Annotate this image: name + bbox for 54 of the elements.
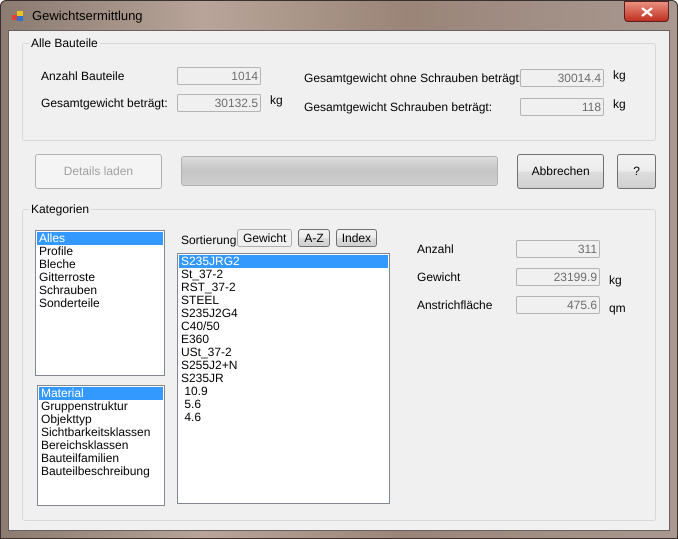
- list-item[interactable]: Bauteilfamilien: [39, 452, 163, 465]
- unit-label: kg: [613, 68, 626, 82]
- list-item[interactable]: Bleche: [37, 258, 163, 271]
- field-label: Anzahl: [417, 242, 455, 256]
- unit-label: qm: [609, 301, 626, 315]
- list-item[interactable]: 5.6: [179, 398, 388, 411]
- sort-label: Sortierung: [181, 233, 237, 247]
- field-label: Anzahl Bauteile: [41, 69, 126, 83]
- field-label: Gewicht: [417, 270, 462, 284]
- list-item[interactable]: Sonderteile: [37, 297, 163, 310]
- list-item[interactable]: S235JR: [179, 372, 388, 385]
- unit-label: kg: [613, 97, 626, 111]
- list-item[interactable]: 10.9: [179, 385, 388, 398]
- list-item[interactable]: Objekttyp: [39, 413, 163, 426]
- list-item[interactable]: C40/50: [179, 320, 388, 333]
- field-label: Gesamtgewicht beträgt:: [41, 96, 169, 110]
- list-item[interactable]: Schrauben: [37, 284, 163, 297]
- cancel-button[interactable]: Abbrechen: [517, 154, 604, 188]
- app-icon: [11, 8, 25, 22]
- field-label: Gesamtgewicht Schrauben beträgt:: [304, 100, 494, 114]
- readonly-field: 1014: [177, 67, 261, 85]
- list-item[interactable]: RST_37-2: [179, 281, 388, 294]
- group-title: Alle Bauteile: [29, 36, 100, 50]
- window-title: Gewichtsermittlung: [32, 8, 143, 23]
- list-item[interactable]: Bauteilbeschreibung: [39, 465, 163, 478]
- readonly-field: 30014.4: [520, 69, 604, 87]
- close-icon: [640, 6, 652, 16]
- readonly-field: 23199.9: [516, 268, 600, 286]
- unit-label: kg: [270, 93, 283, 107]
- readonly-field: 311: [516, 240, 600, 258]
- readonly-field: 30132.5: [177, 94, 261, 112]
- field-label: Gesamtgewicht ohne Schrauben beträgt:: [304, 71, 520, 85]
- readonly-field: 475.6: [516, 296, 600, 314]
- close-button[interactable]: [624, 1, 669, 22]
- readonly-field: 118: [520, 98, 604, 116]
- list-item[interactable]: 4.6: [179, 411, 388, 424]
- list-item[interactable]: Sichtbarkeitsklassen: [39, 426, 163, 439]
- list-item[interactable]: STEEL: [179, 294, 388, 307]
- list-item[interactable]: S255J2+N: [179, 359, 388, 372]
- help-button[interactable]: ?: [617, 154, 656, 188]
- sort-button[interactable]: Gewicht: [237, 229, 292, 247]
- list-item[interactable]: Gitterroste: [37, 271, 163, 284]
- list-item[interactable]: Profile: [37, 245, 163, 258]
- sort-button[interactable]: A-Z: [298, 229, 330, 247]
- field-label: Anstrichfläche: [417, 298, 494, 312]
- unit-label: kg: [609, 273, 622, 287]
- list-item[interactable]: Gruppenstruktur: [39, 400, 163, 413]
- group-title: Kategorien: [29, 202, 92, 216]
- list-item[interactable]: E360: [179, 333, 388, 346]
- list-item[interactable]: USt_37-2: [179, 346, 388, 359]
- list-item[interactable]: S235J2G4: [179, 307, 388, 320]
- list-item[interactable]: St_37-2: [179, 268, 388, 281]
- sort-button[interactable]: Index: [336, 229, 378, 247]
- list-item[interactable]: Bereichsklassen: [39, 439, 163, 452]
